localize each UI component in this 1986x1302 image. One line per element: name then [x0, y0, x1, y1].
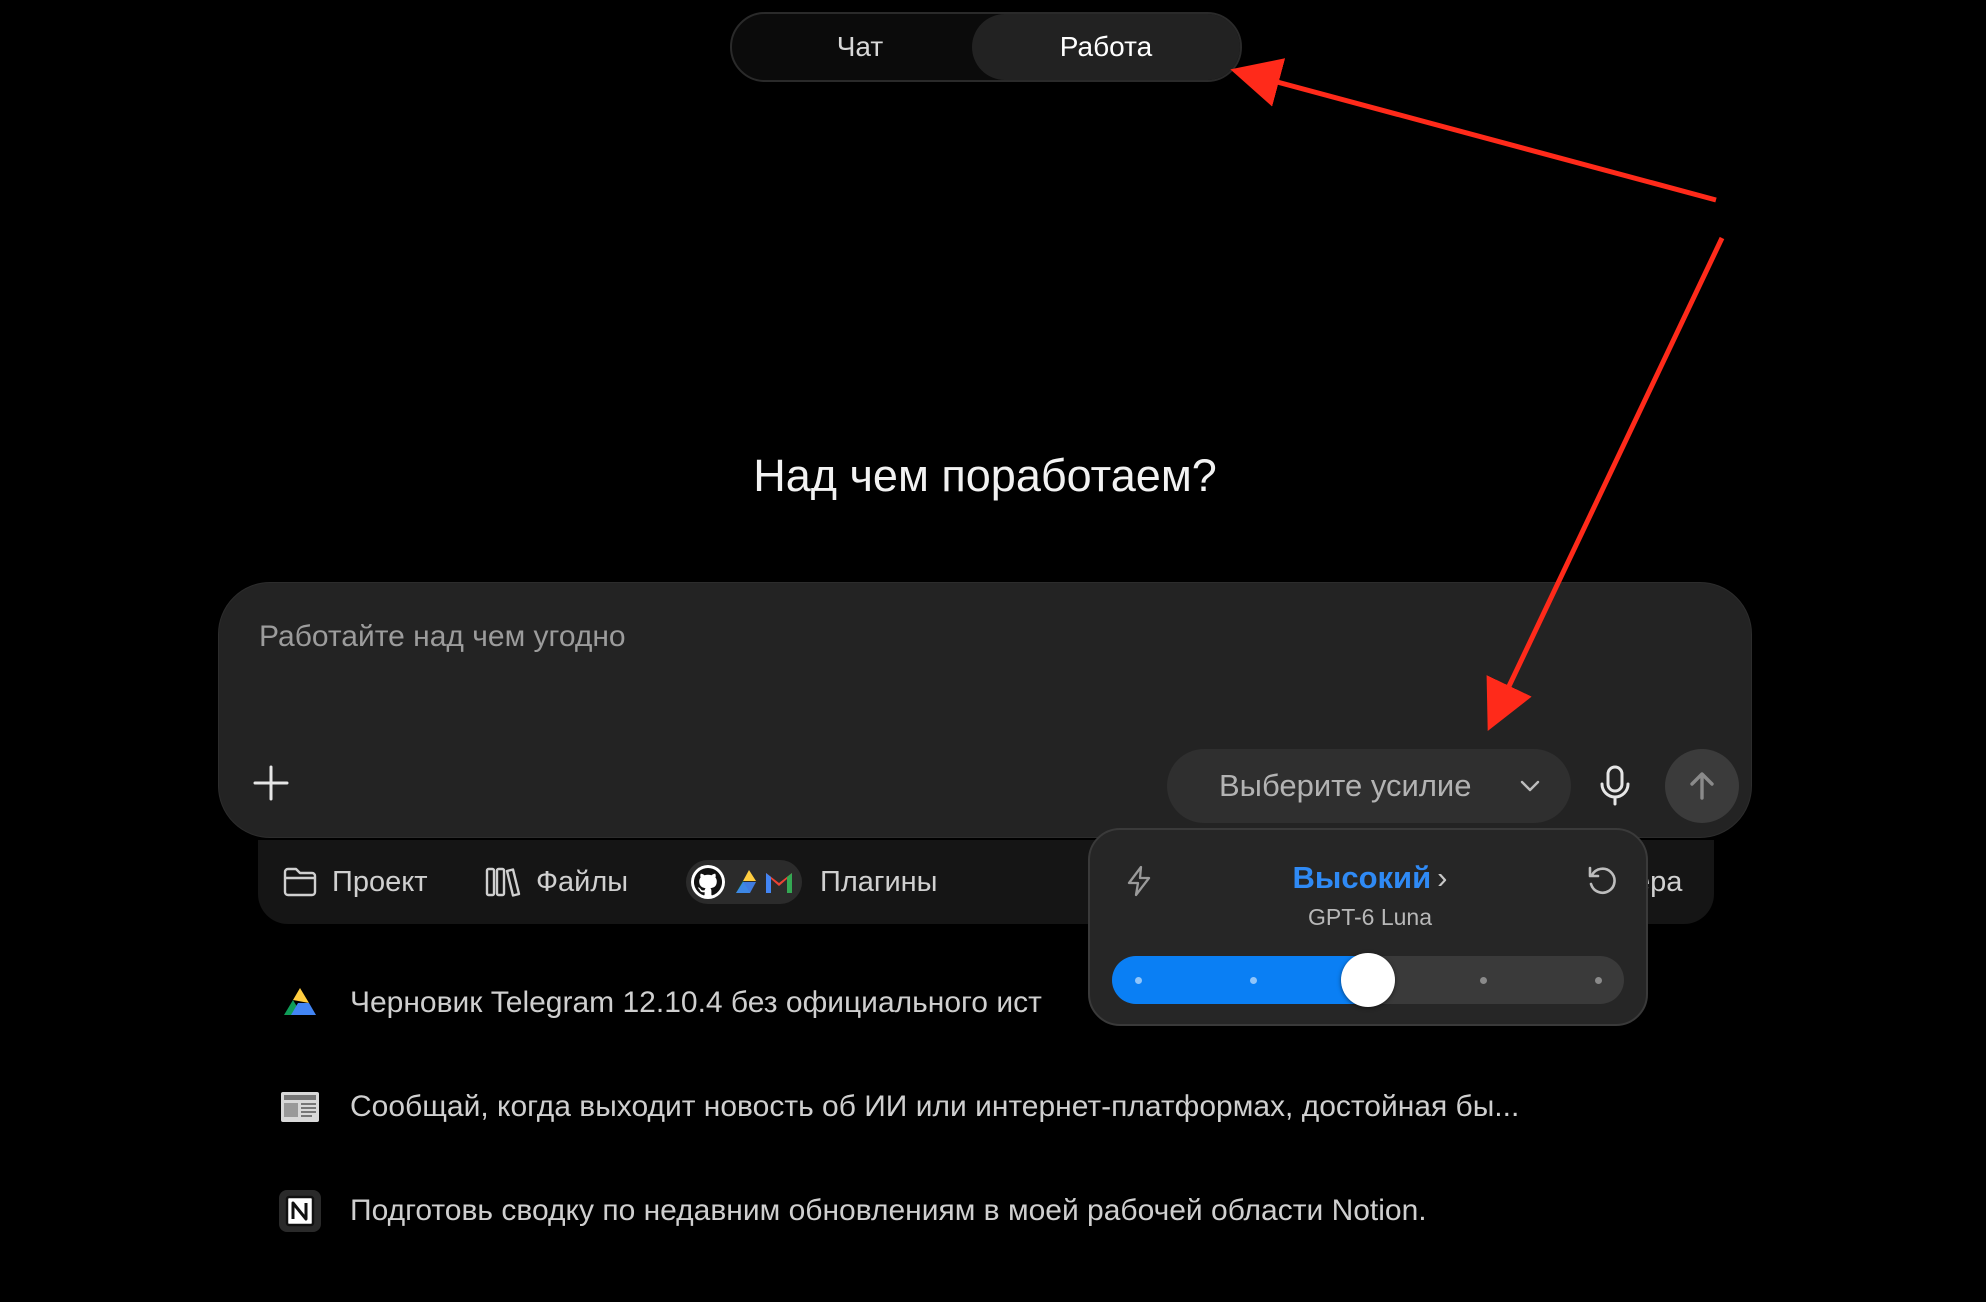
- folder-icon: [283, 867, 317, 897]
- suggestion-item[interactable]: Подготовь сводку по недавним обновлениям…: [276, 1181, 1726, 1241]
- model-label: GPT-6 Luna: [1307, 904, 1433, 930]
- annotation-arrow-to-work-tab: [1230, 58, 1717, 203]
- github-icon: [691, 865, 725, 899]
- reset-icon[interactable]: [1584, 862, 1620, 898]
- plugin-icons[interactable]: [686, 860, 802, 904]
- effort-select-label: Выберите усилие: [1219, 768, 1472, 803]
- books-icon: [485, 867, 521, 897]
- plugins-button[interactable]: Плагины: [820, 840, 938, 924]
- microphone-icon: [1600, 765, 1630, 806]
- files-label: Файлы: [536, 865, 629, 898]
- plugins-label: Плагины: [820, 865, 938, 898]
- plus-icon: [253, 765, 289, 801]
- chevron-right-icon: ›: [1437, 860, 1448, 895]
- lightning-icon[interactable]: [1124, 864, 1154, 898]
- add-attachment-button[interactable]: [249, 761, 293, 805]
- project-button[interactable]: Проект: [282, 840, 428, 924]
- suggestion-text: Черновик Telegram 12.10.4 без официально…: [350, 986, 1042, 1019]
- send-button[interactable]: [1665, 749, 1739, 823]
- tab-work[interactable]: Работа: [972, 14, 1240, 80]
- google-drive-icon: [736, 870, 756, 893]
- google-drive-icon: [284, 988, 316, 1015]
- suggestion-item[interactable]: Черновик Telegram 12.10.4 без официально…: [276, 973, 1726, 1033]
- notion-icon: [279, 1190, 321, 1232]
- page-title: Над чем поработаем?: [753, 450, 1217, 501]
- arrow-up-icon: [1690, 772, 1714, 800]
- prompt-input[interactable]: [257, 619, 1261, 655]
- files-button[interactable]: Файлы: [484, 840, 628, 924]
- effort-level[interactable]: Высокий ›: [1240, 860, 1500, 896]
- suggestion-text: Сообщай, когда выходит новость об ИИ или…: [350, 1090, 1520, 1123]
- effort-level-label: Высокий: [1292, 860, 1432, 895]
- gmail-icon: [766, 873, 792, 893]
- suggestion-item[interactable]: Сообщай, когда выходит новость об ИИ или…: [276, 1077, 1726, 1137]
- tab-chat[interactable]: Чат: [732, 14, 988, 80]
- composer: Выберите усилие: [218, 582, 1752, 838]
- newspaper-icon: [281, 1092, 319, 1122]
- effort-select[interactable]: Выберите усилие: [1167, 749, 1571, 823]
- mode-toggle: Чат Работа: [730, 12, 1242, 82]
- chevron-down-icon: [1520, 780, 1540, 792]
- project-label: Проект: [332, 865, 428, 898]
- suggestion-text: Подготовь сводку по недавним обновлениям…: [350, 1194, 1427, 1227]
- microphone-button[interactable]: [1597, 763, 1633, 809]
